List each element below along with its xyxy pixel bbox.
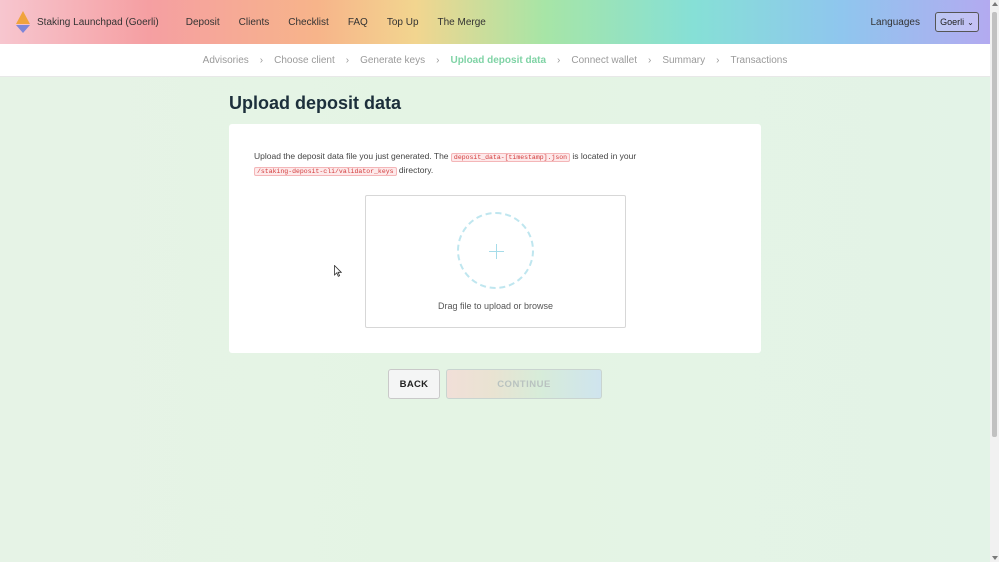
filename-code: deposit_data-[timestamp].json <box>450 153 571 162</box>
nav-link-top-up[interactable]: Top Up <box>387 17 419 28</box>
nav-link-faq[interactable]: FAQ <box>348 17 368 28</box>
network-select[interactable]: Goerli ⌄ <box>935 12 979 32</box>
step-advisories[interactable]: Advisories <box>203 55 249 66</box>
page-title: Upload deposit data <box>229 93 402 113</box>
brand-link[interactable]: Staking Launchpad (Goerli) <box>16 0 159 44</box>
back-button[interactable]: BACK <box>388 369 440 399</box>
nav-link-checklist[interactable]: Checklist <box>288 17 329 28</box>
chevron-right-icon: › <box>345 54 350 66</box>
chevron-right-icon: › <box>647 54 652 66</box>
plus-icon <box>459 214 532 287</box>
chevron-right-icon: › <box>436 54 440 66</box>
step-transactions[interactable]: Transactions <box>730 55 787 66</box>
step-upload-deposit-data[interactable]: Upload deposit data <box>450 55 546 66</box>
upload-card: Upload the deposit data file you just ge… <box>229 124 761 353</box>
upload-circle <box>457 212 534 289</box>
step-generate-keys[interactable]: Generate keys <box>360 55 425 66</box>
chevron-right-icon: › <box>557 54 561 66</box>
step-choose-client[interactable]: Choose client <box>274 55 335 66</box>
instruction-text: directory. <box>398 165 434 175</box>
nav-link-the-merge[interactable]: The Merge <box>438 17 486 28</box>
chevron-right-icon: › <box>259 54 264 66</box>
instruction-text: Upload the deposit data file you just ge… <box>254 151 449 161</box>
scroll-up-arrow-icon[interactable] <box>992 2 998 6</box>
continue-button[interactable]: CONTINUE <box>446 369 602 399</box>
network-select-value: Goerli <box>940 17 965 27</box>
nav-right: Languages Goerli ⌄ <box>871 12 991 32</box>
scroll-down-arrow-icon[interactable] <box>992 556 998 560</box>
mouse-cursor-icon <box>334 265 342 277</box>
step-summary[interactable]: Summary <box>662 55 705 66</box>
brand-name: Staking Launchpad (Goerli) <box>37 16 159 28</box>
dropzone-label: Drag file to upload or browse <box>437 301 554 311</box>
upload-instructions: Upload the deposit data file you just ge… <box>254 150 674 178</box>
ethereum-logo-icon <box>16 11 30 33</box>
nav-link-deposit[interactable]: Deposit <box>186 17 220 28</box>
step-connect-wallet[interactable]: Connect wallet <box>571 55 637 66</box>
nav-links: Deposit Clients Checklist FAQ Top Up The… <box>186 17 505 28</box>
chevron-right-icon: › <box>716 54 720 66</box>
progress-breadcrumb: Advisories › Choose client › Generate ke… <box>0 44 990 77</box>
instruction-text: is located in your <box>572 151 637 161</box>
vertical-scrollbar[interactable] <box>990 0 999 562</box>
languages-link[interactable]: Languages <box>871 17 921 28</box>
directory-code: /staking-deposit-cli/validator_keys <box>254 167 397 176</box>
nav-link-clients[interactable]: Clients <box>239 17 270 28</box>
top-navigation-bar: Staking Launchpad (Goerli) Deposit Clien… <box>0 0 990 44</box>
chevron-down-icon: ⌄ <box>967 17 974 27</box>
scrollbar-thumb[interactable] <box>992 12 997 437</box>
file-dropzone[interactable]: Drag file to upload or browse <box>365 195 626 328</box>
